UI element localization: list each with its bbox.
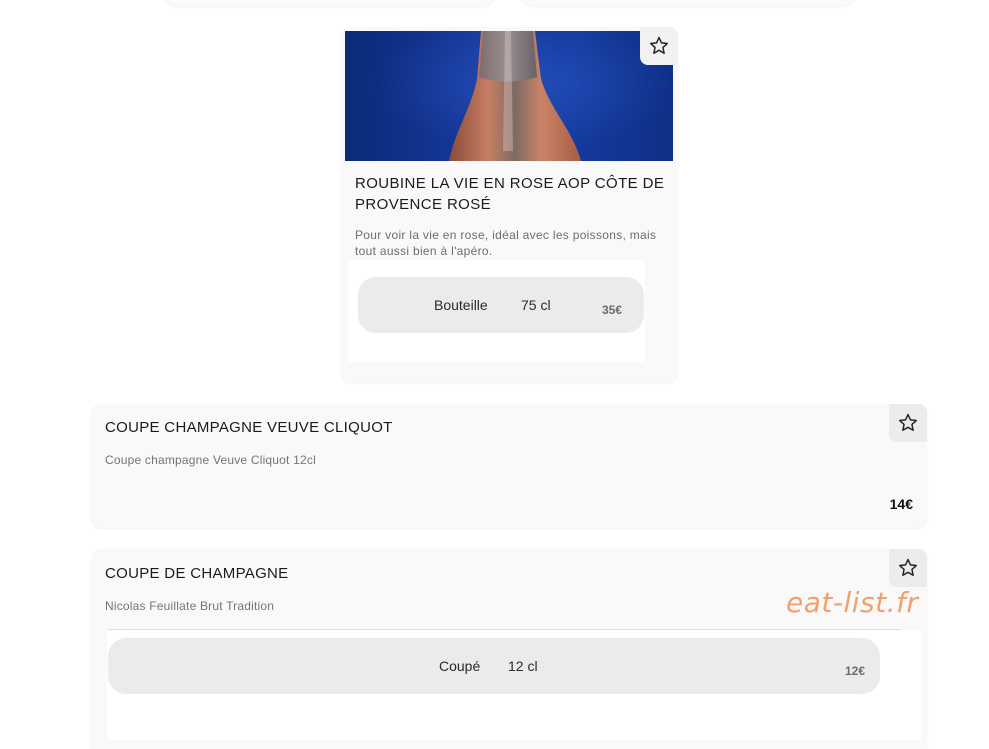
option-volume: 75 cl [521, 297, 551, 313]
product-title: ROUBINE LA VIE EN ROSE AOP CÔTE DE PROVE… [355, 175, 665, 213]
product-description: Nicolas Feuillate Brut Tradition [105, 599, 275, 613]
previous-card-right [521, 0, 855, 6]
price-option[interactable]: Bouteille 75 cl 35€ [358, 277, 644, 333]
option-format: Coupé [439, 658, 481, 674]
option-format: Bouteille [434, 297, 488, 313]
option-price: 35€ [602, 303, 623, 317]
product-title: COUPE DE CHAMPAGNE [105, 565, 289, 582]
favorite-button[interactable] [640, 27, 678, 65]
previous-card-left [164, 0, 496, 6]
product-price: 14€ [889, 496, 913, 512]
product-title: COUPE CHAMPAGNE VEUVE CLIQUOT [105, 419, 393, 436]
favorite-button[interactable] [889, 404, 927, 442]
option-volume: 12 cl [508, 658, 538, 674]
favorite-button[interactable] [889, 549, 927, 587]
product-description: Coupe champagne Veuve Cliquot 12cl [105, 453, 316, 467]
product-card-veuve-cliquot[interactable]: COUPE CHAMPAGNE VEUVE CLIQUOT Coupe cham… [91, 404, 927, 528]
star-outline-icon [899, 558, 917, 576]
price-option[interactable]: Coupé 12 cl 12€ [108, 638, 880, 694]
product-card-roubine[interactable]: ROUBINE LA VIE EN ROSE AOP CÔTE DE PROVE… [341, 27, 678, 382]
product-description: Pour voir la vie en rose, idéal avec les… [355, 228, 657, 258]
rose-wine-bottle-photo [345, 31, 673, 161]
star-outline-icon [650, 36, 668, 54]
star-outline-icon [899, 413, 917, 431]
option-price: 12€ [845, 664, 866, 678]
product-card-coupe-champagne[interactable]: COUPE DE CHAMPAGNE Nicolas Feuillate Bru… [91, 549, 927, 749]
watermark-text: eat-list.fr [786, 586, 919, 619]
